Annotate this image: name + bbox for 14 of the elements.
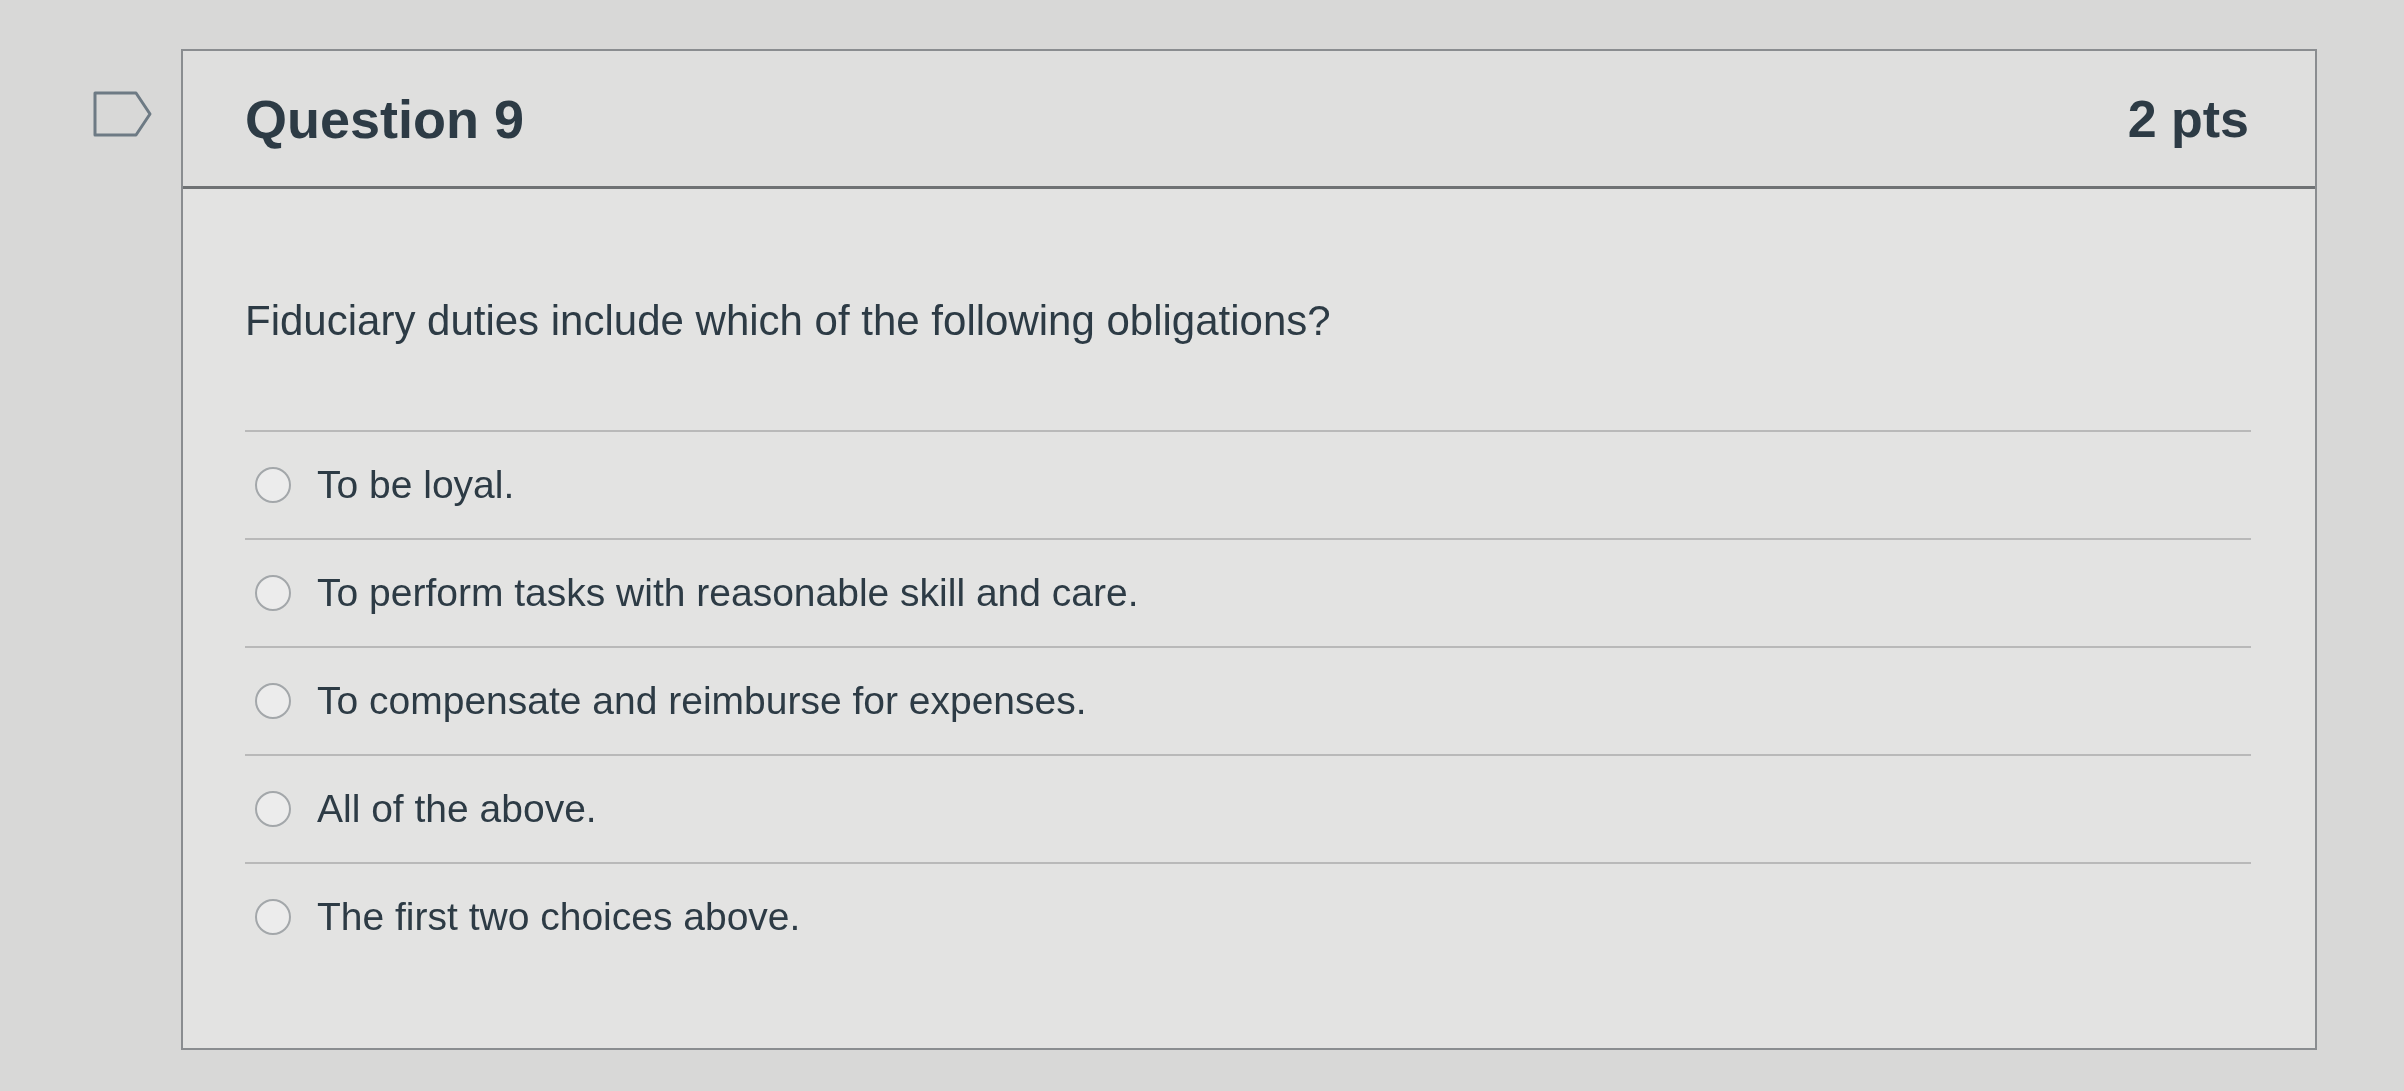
answer-label[interactable]: To be loyal. xyxy=(317,463,515,507)
answer-label[interactable]: To perform tasks with reasonable skill and care. xyxy=(317,571,1139,615)
radio-button[interactable] xyxy=(255,683,291,719)
radio-button[interactable] xyxy=(255,791,291,827)
question-title: Question 9 xyxy=(245,87,525,150)
flag-icon[interactable] xyxy=(93,91,152,137)
radio-button[interactable] xyxy=(255,467,291,503)
points-label: 2 pts xyxy=(2127,88,2249,149)
radio-button[interactable] xyxy=(255,899,291,935)
question-prompt: Fiduciary duties include which of the following obligations? xyxy=(245,296,1332,346)
answer-label[interactable]: The first two choices above. xyxy=(317,895,801,939)
radio-button[interactable] xyxy=(255,575,291,611)
answer-label[interactable]: To compensate and reimburse for expenses. xyxy=(317,679,1087,723)
answer-label[interactable]: All of the above. xyxy=(317,787,597,831)
